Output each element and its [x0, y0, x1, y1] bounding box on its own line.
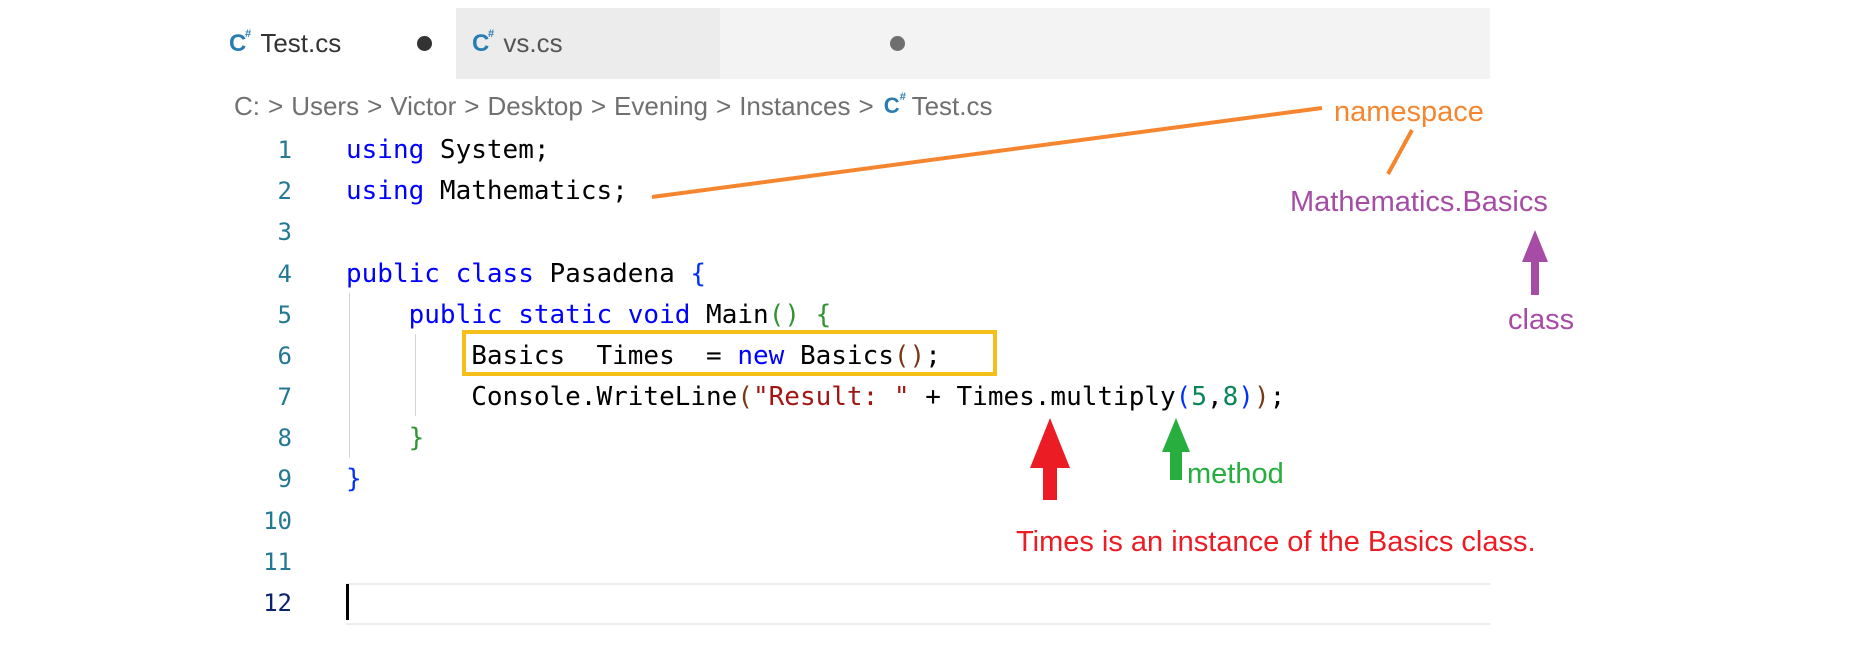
instance-annotation: Times is an instance of the Basics class… [1016, 526, 1536, 558]
full-class-annotation: Mathematics.Basics [1290, 186, 1548, 218]
instance-arrow-icon [1030, 418, 1070, 500]
class-annotation: class [1508, 304, 1575, 336]
namespace-annotation: namespace [1334, 96, 1484, 128]
namespace-pointer-line [651, 106, 1323, 199]
namespace-link-line [1386, 129, 1414, 175]
method-arrow-icon [1162, 418, 1190, 480]
annotation-arrows [651, 106, 1548, 500]
method-annotation: method [1187, 458, 1284, 490]
class-arrow-icon [1522, 230, 1548, 295]
